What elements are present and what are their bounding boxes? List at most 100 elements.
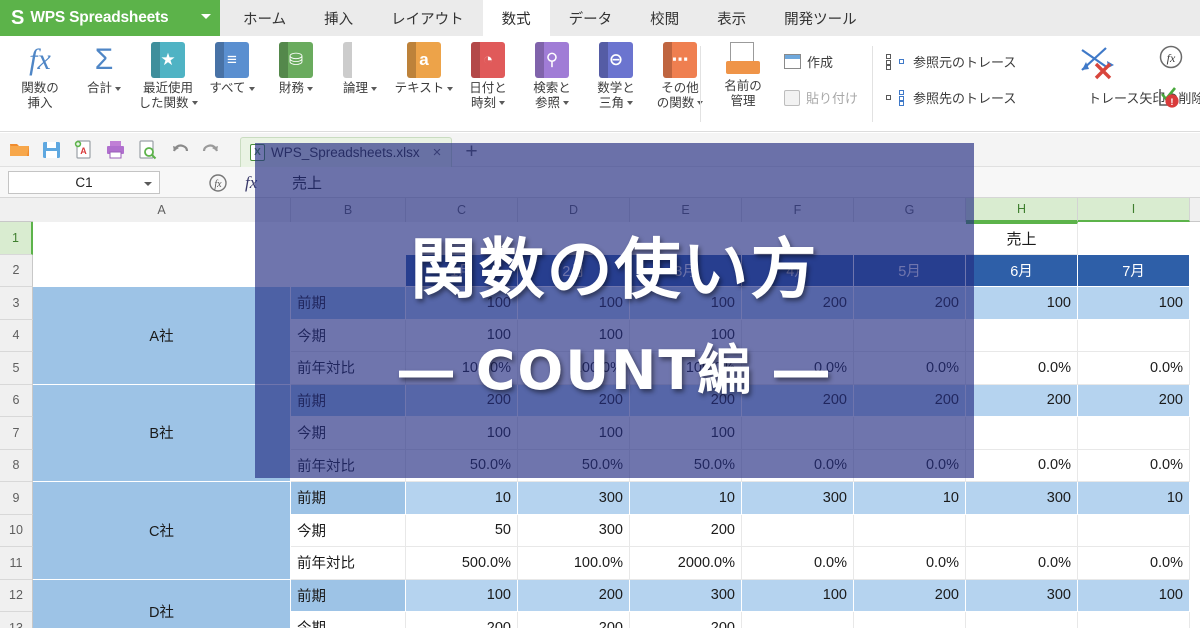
cell-D10[interactable]: 300 (518, 514, 630, 547)
column-header-H[interactable]: H (966, 198, 1078, 222)
row-header-2[interactable]: 2 (0, 254, 33, 287)
chevron-down-icon[interactable] (499, 101, 505, 106)
recent-functions-button[interactable]: ★ 最近使用 した関数 (136, 36, 200, 132)
cell-C13[interactable]: 200 (406, 612, 518, 628)
cell-H9[interactable]: 300 (966, 482, 1078, 515)
cell-D12[interactable]: 200 (518, 579, 630, 612)
cell-H13[interactable] (966, 612, 1078, 628)
undo-icon[interactable] (169, 139, 190, 160)
cell-E12[interactable]: 300 (630, 579, 742, 612)
cell-B10[interactable]: 今期 (291, 514, 406, 547)
cell-E9[interactable]: 10 (630, 482, 742, 515)
cell-D11[interactable]: 100.0% (518, 547, 630, 580)
cell-I4[interactable] (1078, 319, 1190, 352)
cell-I13[interactable] (1078, 612, 1190, 628)
ribbon-tab-6[interactable]: 校閲 (631, 0, 698, 36)
cell-I11[interactable]: 0.0% (1078, 547, 1190, 580)
name-box[interactable]: C1 (8, 171, 160, 194)
cell-C10[interactable]: 50 (406, 514, 518, 547)
cell-B12[interactable]: 前期 (291, 579, 406, 612)
company-cell-C社[interactable]: C社 (33, 482, 291, 580)
chevron-down-icon[interactable] (201, 14, 211, 19)
cell-I5[interactable]: 0.0% (1078, 352, 1190, 385)
column-header-I[interactable]: I (1078, 198, 1190, 222)
cell-H2[interactable]: 6月 (966, 254, 1078, 287)
row-header-4[interactable]: 4 (0, 319, 33, 352)
cell-F11[interactable]: 0.0% (742, 547, 854, 580)
row-header-9[interactable]: 9 (0, 482, 33, 515)
print-icon[interactable] (105, 139, 126, 160)
cell-C12[interactable]: 100 (406, 579, 518, 612)
save-icon[interactable] (41, 139, 62, 160)
row-header-3[interactable]: 3 (0, 287, 33, 320)
cell-H4[interactable] (966, 319, 1078, 352)
cell-I9[interactable]: 10 (1078, 482, 1190, 515)
cell-E11[interactable]: 2000.0% (630, 547, 742, 580)
company-cell-B社[interactable]: B社 (33, 384, 291, 482)
cell-B9[interactable]: 前期 (291, 482, 406, 515)
row-header-12[interactable]: 12 (0, 579, 33, 612)
ribbon-tab-3[interactable]: レイアウト (372, 0, 483, 36)
trace-dependents-button[interactable]: 参照先のトレース (886, 88, 1016, 107)
datetime-button[interactable]: ◔ 日付と 時刻 (456, 36, 520, 132)
company-cell-A社[interactable]: A社 (33, 287, 291, 385)
remove-arrows-button[interactable]: トレース矢印の削除 (1088, 88, 1200, 107)
row-header-8[interactable]: 8 (0, 449, 33, 482)
create-from-selection-button[interactable]: 作成 (784, 52, 833, 71)
cell-I1[interactable] (1078, 222, 1190, 255)
ribbon-tab-7[interactable]: 表示 (698, 0, 765, 36)
cell-I10[interactable] (1078, 514, 1190, 547)
cell-I6[interactable]: 200 (1078, 384, 1190, 417)
redo-icon[interactable] (201, 139, 222, 160)
ribbon-tab-1[interactable]: ホーム (224, 0, 305, 36)
cell-I8[interactable]: 0.0% (1078, 449, 1190, 482)
cell-D9[interactable]: 300 (518, 482, 630, 515)
cell-H1[interactable]: 売上 (966, 222, 1078, 255)
cell-B11[interactable]: 前年対比 (291, 547, 406, 580)
error-checking-icon[interactable]: ! (1156, 84, 1182, 115)
cell-H7[interactable] (966, 417, 1078, 450)
row-header-13[interactable]: 13 (0, 612, 33, 628)
insert-function-button[interactable]: fx (208, 173, 228, 196)
open-folder-icon[interactable] (9, 139, 30, 160)
cell-F9[interactable]: 300 (742, 482, 854, 515)
cell-H5[interactable]: 0.0% (966, 352, 1078, 385)
cell-A2[interactable] (33, 254, 291, 287)
column-header-A[interactable]: A (33, 198, 291, 222)
cell-G11[interactable]: 0.0% (854, 547, 966, 580)
app-brand[interactable]: S WPS Spreadsheets (0, 0, 220, 36)
cell-G9[interactable]: 10 (854, 482, 966, 515)
cell-B13[interactable]: 今期 (291, 612, 406, 628)
logical-button[interactable]: ? 論理 (328, 36, 392, 132)
cell-G10[interactable] (854, 514, 966, 547)
cell-H6[interactable]: 200 (966, 384, 1078, 417)
row-header-10[interactable]: 10 (0, 514, 33, 547)
chevron-down-icon[interactable] (144, 182, 152, 186)
print-preview-icon[interactable] (137, 139, 158, 160)
cell-H10[interactable] (966, 514, 1078, 547)
cell-I2[interactable]: 7月 (1078, 254, 1190, 287)
fx-button[interactable]: fx 関数の 挿入 (8, 36, 72, 132)
export-pdf-icon[interactable]: A (73, 139, 94, 160)
cell-D13[interactable]: 200 (518, 612, 630, 628)
cell-F10[interactable] (742, 514, 854, 547)
name-manager-button[interactable]: 名前の 管理 (710, 42, 776, 109)
cell-I12[interactable]: 100 (1078, 579, 1190, 612)
cell-F12[interactable]: 100 (742, 579, 854, 612)
lookup-button[interactable]: ⚲ 検索と 参照 (520, 36, 584, 132)
cell-I3[interactable]: 100 (1078, 287, 1190, 320)
cell-H12[interactable]: 300 (966, 579, 1078, 612)
financial-button[interactable]: ⛁ 財務 (264, 36, 328, 132)
cell-E10[interactable]: 200 (630, 514, 742, 547)
chevron-down-icon[interactable] (307, 86, 313, 91)
chevron-down-icon[interactable] (248, 86, 255, 91)
ribbon-tab-4[interactable]: 数式 (482, 0, 550, 36)
row-header-6[interactable]: 6 (0, 384, 33, 417)
cell-G13[interactable] (854, 612, 966, 628)
cell-G12[interactable]: 200 (854, 579, 966, 612)
text-button[interactable]: a テキスト (392, 36, 456, 132)
chevron-down-icon[interactable] (627, 101, 633, 106)
cell-H8[interactable]: 0.0% (966, 449, 1078, 482)
chevron-down-icon[interactable] (371, 86, 377, 91)
cell-H11[interactable]: 0.0% (966, 547, 1078, 580)
